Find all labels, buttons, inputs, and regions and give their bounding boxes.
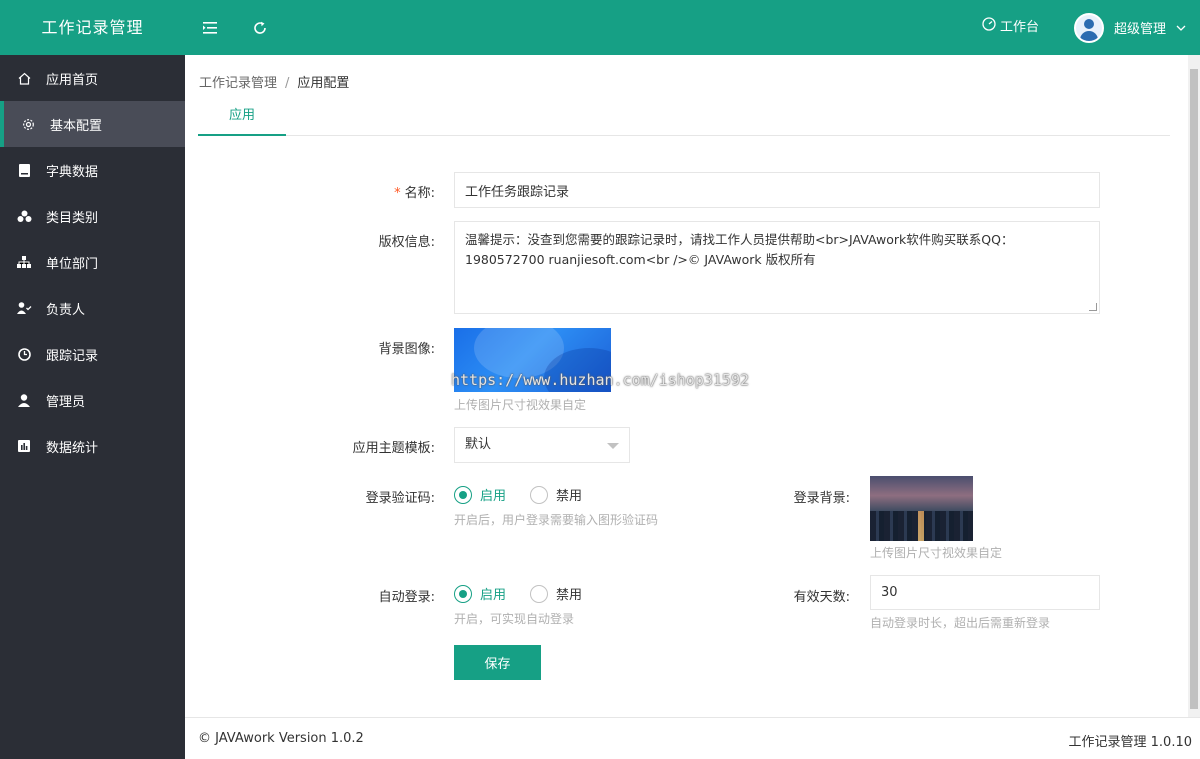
sidebar-item-label: 管理员 (46, 394, 86, 410)
footer: © JAVAwork Version 1.0.2 工作记录管理 1.0.10 (185, 717, 1200, 759)
required-mark: * (394, 186, 401, 201)
sidebar-item-categories[interactable]: 类目类别 (0, 193, 185, 239)
user-check-icon (16, 300, 32, 316)
auto-login-help: 开启，可实现自动登录 (454, 612, 575, 626)
cubes-icon (16, 208, 32, 224)
sidebar-item-tracking[interactable]: 跟踪记录 (0, 331, 185, 377)
breadcrumb-separator: / (285, 76, 290, 91)
workbench-label: 工作台 (1000, 20, 1040, 35)
top-header: 工作记录管理 工作台 超级管理 (0, 0, 1200, 55)
sidebar-item-label: 基本配置 (50, 118, 103, 134)
scrollbar[interactable] (1188, 55, 1200, 717)
sidebar-item-label: 类目类别 (46, 210, 99, 226)
radio-unchecked-icon (530, 485, 548, 504)
valid-days-field[interactable] (870, 575, 1100, 610)
menu-toggle-icon[interactable] (200, 18, 220, 38)
login-background-thumbnail[interactable] (870, 476, 973, 541)
save-button[interactable]: 保存 (454, 645, 541, 680)
name-label: * 名称: (335, 182, 435, 201)
breadcrumb: 工作记录管理 / 应用配置 (199, 72, 349, 91)
tab-bar: 应用 (198, 96, 1170, 136)
sidebar-item-owner[interactable]: 负责人 (0, 285, 185, 331)
theme-select-value: 默认 (465, 437, 492, 452)
radio-unchecked-icon (530, 584, 548, 603)
name-label-text: 名称: (404, 186, 435, 201)
main-content: 工作记录管理 / 应用配置 应用 *名称: 版权信息: 温馨提示：没查到您需要的跟踪… (185, 55, 1200, 717)
refresh-icon[interactable] (250, 18, 270, 38)
sidebar-item-departments[interactable]: 单位部门 (0, 239, 185, 285)
radio-checked-icon (454, 485, 472, 504)
sidebar-item-home[interactable]: 应用首页 (0, 55, 185, 101)
name-field[interactable] (454, 172, 1100, 208)
watermark-text: https://www.huzhan.com/ishop31592 (451, 371, 750, 389)
sidebar-item-basic-config[interactable]: 基本配置 (0, 101, 185, 147)
user-menu[interactable]: 超级管理 (1074, 0, 1186, 55)
sitemap-icon (16, 254, 32, 270)
captcha-radio-off[interactable]: 禁用 (530, 485, 582, 504)
sidebar-item-label: 负责人 (46, 302, 86, 318)
chevron-down-icon (1176, 20, 1186, 35)
sidebar-item-label: 单位部门 (46, 256, 99, 272)
radio-label: 启用 (480, 489, 507, 504)
home-icon (16, 70, 32, 86)
auto-login-radio-on[interactable]: 启用 (454, 584, 506, 603)
tab-app[interactable]: 应用 (198, 96, 286, 136)
auto-login-radio-off[interactable]: 禁用 (530, 584, 582, 603)
theme-select[interactable]: 默认 (454, 427, 630, 463)
valid-days-help: 自动登录时长，超出后需重新登录 (870, 616, 1051, 630)
avatar (1074, 12, 1104, 43)
login-bg-label: 登录背景: (793, 491, 850, 506)
valid-days-label: 有效天数: (793, 590, 850, 605)
footer-app-version: 工作记录管理 1.0.10 (1068, 735, 1192, 750)
scrollbar-thumb[interactable] (1190, 69, 1198, 709)
user-name: 超级管理 (1114, 22, 1167, 37)
workbench-link[interactable]: 工作台 (982, 0, 1039, 55)
radio-label: 禁用 (556, 588, 583, 603)
background-help: 上传图片尺寸视效果自定 (454, 398, 587, 412)
breadcrumb-root[interactable]: 工作记录管理 (199, 76, 277, 91)
sidebar-item-label: 字典数据 (46, 164, 99, 180)
gear-icon (20, 116, 36, 132)
clock-icon (16, 346, 32, 362)
sidebar-item-label: 跟踪记录 (46, 348, 99, 364)
background-label: 背景图像: (378, 342, 435, 357)
app-brand: 工作记录管理 (41, 18, 144, 37)
radio-label: 启用 (480, 588, 507, 603)
resize-handle[interactable] (1089, 303, 1097, 311)
user-icon (16, 392, 32, 408)
copyright-textarea[interactable]: 温馨提示：没查到您需要的跟踪记录时，请找工作人员提供帮助<br>JAVAwork… (454, 221, 1100, 314)
breadcrumb-current: 应用配置 (297, 76, 350, 91)
captcha-help: 开启后，用户登录需要输入图形验证码 (454, 513, 659, 527)
footer-version: © JAVAwork Version 1.0.2 (198, 731, 364, 746)
dashboard-icon (982, 0, 996, 55)
radio-label: 禁用 (556, 489, 583, 504)
sidebar-item-admin[interactable]: 管理员 (0, 377, 185, 423)
caret-down-icon (607, 443, 619, 449)
sidebar-item-dictionary[interactable]: 字典数据 (0, 147, 185, 193)
auto-login-label: 自动登录: (378, 590, 435, 605)
radio-checked-icon (454, 584, 472, 603)
sidebar: 应用首页 基本配置 字典数据 类目类别 单位部门 负责人 跟踪记录 管理员 数据… (0, 55, 185, 759)
sidebar-item-statistics[interactable]: 数据统计 (0, 423, 185, 469)
copyright-label: 版权信息: (378, 235, 435, 250)
sidebar-item-label: 应用首页 (46, 72, 99, 88)
theme-label: 应用主题模板: (352, 441, 435, 456)
copyright-text: 温馨提示：没查到您需要的跟踪记录时，请找工作人员提供帮助<br>JAVAwork… (465, 232, 1014, 267)
bar-chart-icon (16, 438, 32, 454)
login-bg-help: 上传图片尺寸视效果自定 (870, 546, 1003, 560)
sidebar-item-label: 数据统计 (46, 440, 99, 456)
book-icon (16, 162, 32, 178)
captcha-radio-on[interactable]: 启用 (454, 485, 506, 504)
captcha-label: 登录验证码: (365, 491, 435, 506)
